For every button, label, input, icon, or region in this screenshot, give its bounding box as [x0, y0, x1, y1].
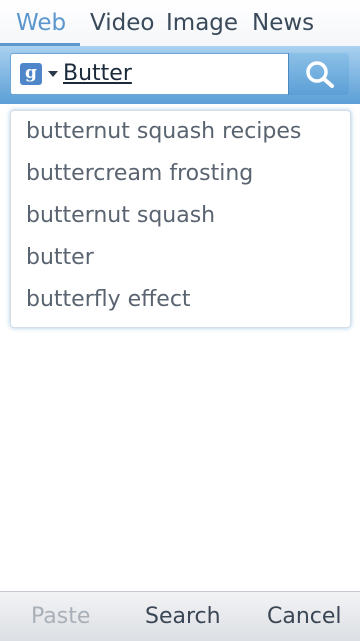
cancel-button[interactable]: Cancel	[267, 602, 342, 632]
tab-image[interactable]: Image	[166, 6, 238, 40]
search-query-text: Butter	[63, 61, 132, 86]
search-softkey-button[interactable]: Search	[145, 602, 221, 632]
magnifier-icon	[306, 61, 334, 88]
engine-dropdown-caret-icon[interactable]	[48, 71, 58, 77]
tab-news[interactable]: News	[252, 6, 314, 40]
suggestion-item[interactable]: butter	[26, 242, 94, 274]
suggestion-item[interactable]: butternut squash recipes	[26, 116, 301, 148]
softkey-bar: Paste Search Cancel	[0, 591, 360, 641]
suggestion-item[interactable]: buttercream frosting	[26, 158, 253, 190]
search-button[interactable]	[288, 53, 349, 95]
suggestion-item[interactable]: butterfly effect	[26, 284, 191, 316]
google-g-icon[interactable]: g	[20, 63, 42, 85]
paste-button[interactable]: Paste	[31, 602, 90, 632]
search-input[interactable]: g Butter	[10, 53, 289, 95]
tab-video[interactable]: Video	[90, 6, 154, 40]
suggestion-item[interactable]: butternut squash	[26, 200, 215, 232]
tab-web[interactable]: Web	[16, 6, 66, 40]
suggestions-list: butternut squash recipes buttercream fro…	[10, 110, 351, 328]
search-bar: g Butter	[0, 46, 360, 104]
search-type-tabs: Web Video Image News	[0, 0, 360, 46]
